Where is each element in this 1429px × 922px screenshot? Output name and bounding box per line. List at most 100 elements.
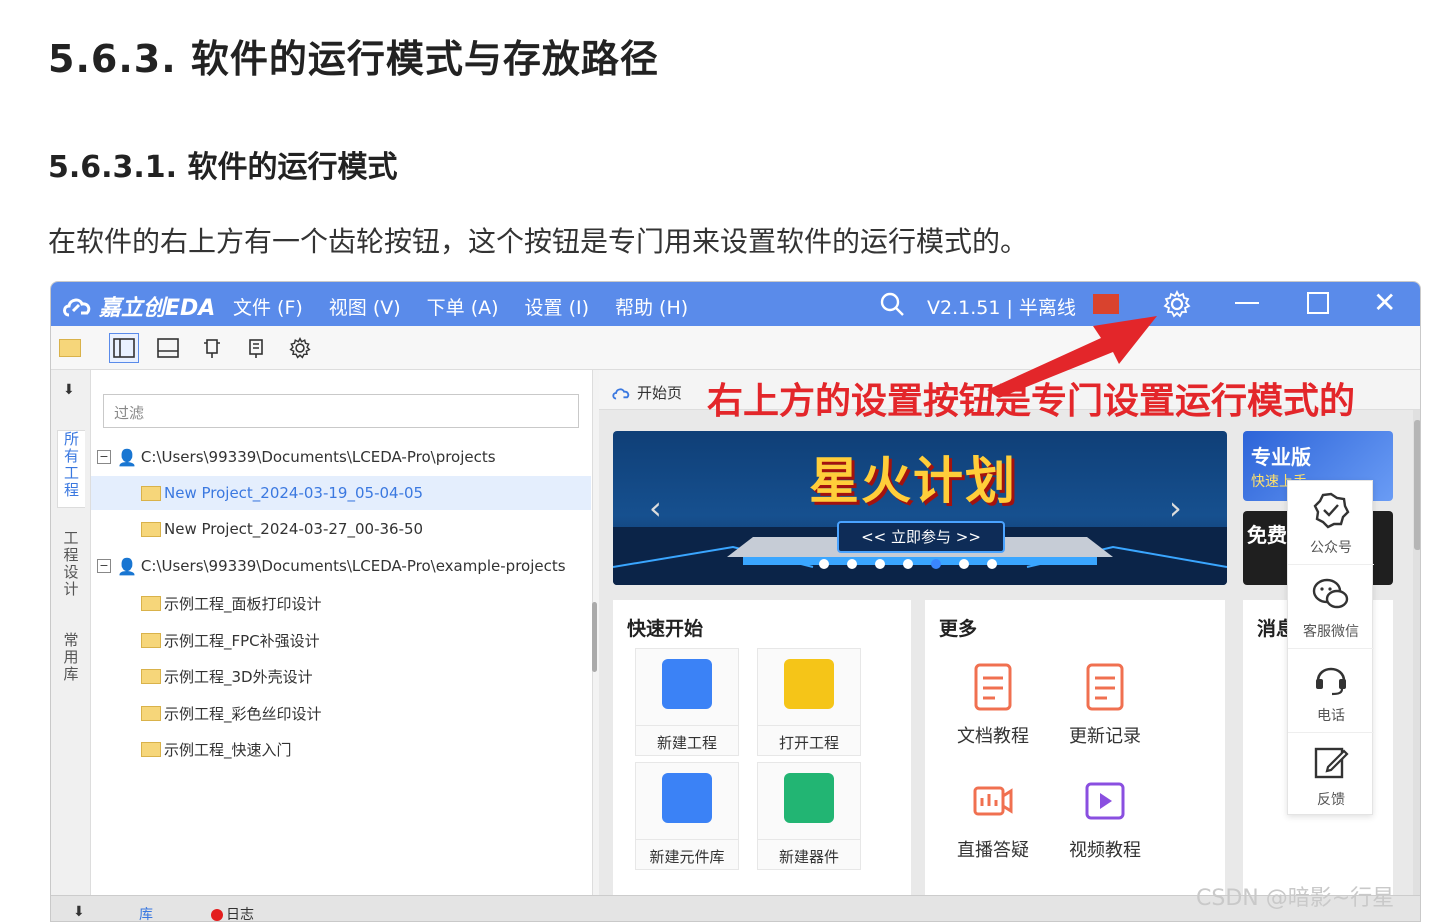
tree-label: C:\Users\99339\Documents\LCEDA-Pro\proje… xyxy=(140,448,496,466)
tab-project-design[interactable]: 工程设计 xyxy=(57,530,85,608)
filter-input[interactable]: 过滤 xyxy=(103,394,579,428)
carousel-dot[interactable] xyxy=(819,559,829,569)
bottom-panel-icon[interactable] xyxy=(153,333,183,363)
tab-common-library[interactable]: 常用库 xyxy=(57,632,85,692)
tree-label: New Project_2024-03-27_00-36-50 xyxy=(164,520,424,538)
right-scrollbar[interactable] xyxy=(1413,410,1420,895)
headset-icon xyxy=(1316,667,1346,696)
edit-icon xyxy=(1314,747,1349,779)
chevron-left-icon[interactable]: ‹ xyxy=(649,489,662,527)
menu-settings[interactable]: 设置 (I) xyxy=(525,293,589,320)
video-tutorial-item[interactable]: 视频教程 xyxy=(1055,766,1155,876)
tree-item[interactable]: 示例工程_面板打印设计 xyxy=(91,586,591,620)
tree-label: 示例工程_快速入门 xyxy=(164,740,292,759)
more-label: 直播答疑 xyxy=(957,840,1029,861)
tree-item[interactable]: 示例工程_彩色丝印设计 xyxy=(91,696,591,730)
user-icon: 👤 xyxy=(117,447,137,467)
carousel-dot[interactable] xyxy=(847,559,857,569)
float-label: 客服微信 xyxy=(1303,624,1359,640)
changelog-icon xyxy=(1086,663,1124,711)
docs-item[interactable]: 文档教程 xyxy=(943,652,1043,762)
tree-label: 示例工程_FPC补强设计 xyxy=(164,631,320,650)
live-qa-item[interactable]: 直播答疑 xyxy=(943,766,1043,876)
more-label: 视频教程 xyxy=(1069,840,1141,861)
open-project-tile[interactable]: 打开工程 xyxy=(757,648,861,756)
tree-root[interactable]: − 👤 C:\Users\99339\Documents\LCEDA-Pro\e… xyxy=(91,549,591,583)
carousel-dot[interactable] xyxy=(903,559,913,569)
folder-icon[interactable] xyxy=(55,333,85,363)
tree-label: 示例工程_彩色丝印设计 xyxy=(164,704,322,723)
pin-icon[interactable]: ⬇ xyxy=(63,382,75,398)
tab-home-label: 开始页 xyxy=(637,384,683,402)
new-library-tile[interactable]: 新建元件库 xyxy=(635,762,739,870)
chat-icon xyxy=(1312,578,1349,609)
more-label: 文档教程 xyxy=(957,726,1029,747)
feedback-item[interactable]: 反馈 xyxy=(1288,733,1374,817)
tree-item[interactable]: 示例工程_快速入门 xyxy=(91,732,591,766)
folder-icon xyxy=(141,668,161,684)
menu-view[interactable]: 视图 (V) xyxy=(329,293,401,320)
banner-carousel[interactable]: 星火计划 << 立即参与 >> ‹ › xyxy=(613,431,1227,585)
settings-icon[interactable] xyxy=(285,333,315,363)
scrollbar-thumb[interactable] xyxy=(1414,420,1420,550)
tree-label: New Project_2024-03-19_05-04-05 xyxy=(164,484,424,502)
phone-item[interactable]: 电话 xyxy=(1288,649,1374,733)
tab-all-projects[interactable]: 所有工程 xyxy=(57,430,85,508)
tree-item[interactable]: 示例工程_FPC补强设计 xyxy=(91,623,591,657)
promo-title: 专业版 xyxy=(1251,445,1311,469)
carousel-dot[interactable] xyxy=(931,559,941,569)
watermark: CSDN @暗影~行星 xyxy=(1196,886,1395,911)
minimize-button[interactable] xyxy=(1235,302,1259,304)
close-button[interactable]: ✕ xyxy=(1373,286,1396,319)
tab-log[interactable]: 日志 xyxy=(211,904,254,921)
wechat-official-item[interactable]: 公众号 xyxy=(1288,481,1374,565)
changelog-item[interactable]: 更新记录 xyxy=(1055,652,1155,762)
new-device-tile[interactable]: 新建器件 xyxy=(757,762,861,870)
tree-item[interactable]: New Project_2024-03-19_05-04-05 xyxy=(91,476,591,510)
collapse-icon[interactable]: − xyxy=(97,450,111,464)
tree-label: 示例工程_3D外壳设计 xyxy=(164,667,313,686)
folder-icon xyxy=(141,595,161,611)
subsection-heading: 5.6.3.1. 软件的运行模式 xyxy=(48,150,398,185)
tree-root[interactable]: − 👤 C:\Users\99339\Documents\LCEDA-Pro\p… xyxy=(91,440,591,474)
more-card: 更多 文档教程 更新记录 直播答疑 视频教程 xyxy=(925,600,1225,895)
open-folder-icon xyxy=(784,659,834,709)
join-button[interactable]: << 立即参与 >> xyxy=(837,521,1005,553)
quick-start-title: 快速开始 xyxy=(627,618,704,640)
folder-icon xyxy=(141,705,161,721)
folder-icon xyxy=(141,632,161,648)
folder-icon xyxy=(141,741,161,757)
collapse-icon[interactable]: − xyxy=(97,559,111,573)
floating-contact-bar: 公众号 客服微信 电话 反馈 xyxy=(1287,480,1374,817)
tab-library[interactable]: 库 xyxy=(139,904,153,921)
pin-icon[interactable]: ⬇ xyxy=(73,904,85,920)
tab-home[interactable]: 开始页 xyxy=(611,382,682,403)
menu-help[interactable]: 帮助 (H) xyxy=(615,293,688,320)
new-project-icon xyxy=(662,659,712,709)
project-tree-panel: 过滤 − 👤 C:\Users\99339\Documents\LCEDA-Pr… xyxy=(91,370,593,895)
menu-file[interactable]: 文件 (F) xyxy=(233,293,303,320)
chevron-right-icon[interactable]: › xyxy=(1169,489,1182,527)
tile-label: 新建元件库 xyxy=(636,839,738,867)
service-wechat-item[interactable]: 客服微信 xyxy=(1288,565,1374,649)
carousel-dot[interactable] xyxy=(959,559,969,569)
library-icon[interactable] xyxy=(241,333,271,363)
component-icon[interactable] xyxy=(197,333,227,363)
carousel-dot[interactable] xyxy=(987,559,997,569)
section-heading: 5.6.3. 软件的运行模式与存放路径 xyxy=(48,37,659,81)
tree-label: C:\Users\99339\Documents\LCEDA-Pro\examp… xyxy=(140,557,566,575)
tree-item[interactable]: 示例工程_3D外壳设计 xyxy=(91,659,591,693)
search-icon[interactable] xyxy=(879,291,905,317)
carousel-dot[interactable] xyxy=(875,559,885,569)
folder-icon xyxy=(141,485,161,501)
menu-order[interactable]: 下单 (A) xyxy=(427,293,499,320)
quick-start-card: 快速开始 新建工程 打开工程 新建元件库 新建器件 xyxy=(613,600,911,895)
tree-item[interactable]: New Project_2024-03-27_00-36-50 xyxy=(91,512,591,546)
float-label: 反馈 xyxy=(1317,792,1345,808)
splitter-handle[interactable] xyxy=(592,602,597,672)
left-panel-icon[interactable] xyxy=(109,333,139,363)
new-project-tile[interactable]: 新建工程 xyxy=(635,648,739,756)
folder-icon xyxy=(141,521,161,537)
app-logo: 嘉立创EDA xyxy=(61,290,215,322)
maximize-button[interactable] xyxy=(1307,292,1329,314)
